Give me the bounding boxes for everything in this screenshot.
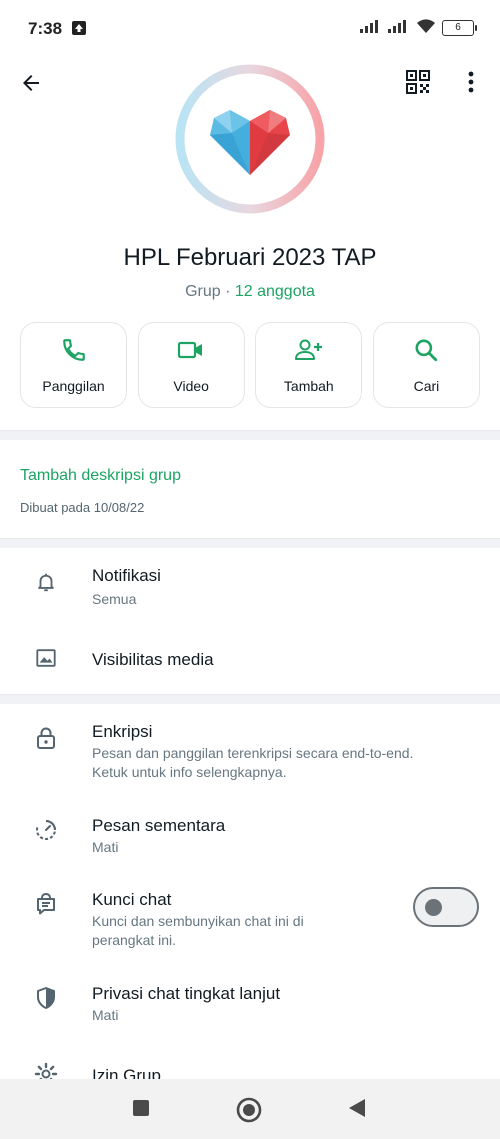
lock-icon (34, 726, 58, 750)
section-divider (0, 538, 500, 548)
status-bar: 7:38 6 (0, 0, 500, 60)
group-permissions-row[interactable]: Izin Grup (0, 1056, 500, 1080)
notifications-title: Notifikasi (92, 566, 161, 585)
back-triangle-icon (346, 1097, 368, 1124)
add-description-link[interactable]: Tambah deskripsi grup (20, 467, 181, 485)
group-type-label: Grup (185, 283, 221, 300)
signal-icon (388, 19, 410, 38)
signal-icon (360, 19, 382, 38)
section-divider (0, 430, 500, 440)
status-time: 7:38 (28, 19, 63, 38)
separator: · (220, 283, 235, 300)
advanced-privacy-title: Privasi chat tingkat lanjut (92, 984, 281, 1003)
back-button[interactable] (14, 68, 48, 102)
search-button[interactable]: Cari (372, 322, 480, 408)
chat-lock-title: Kunci chat (92, 890, 172, 909)
search-icon (413, 337, 439, 368)
video-button-label: Video (173, 377, 209, 394)
back-nav-button[interactable] (346, 1097, 368, 1124)
advanced-privacy-subtitle: Mati (92, 1007, 119, 1023)
video-button[interactable]: Video (137, 322, 245, 408)
encryption-title: Enkripsi (92, 722, 153, 741)
phone-icon (61, 337, 87, 368)
chat-lock-toggle[interactable] (413, 887, 479, 927)
media-visibility-title: Visibilitas media (92, 650, 214, 669)
qr-code-icon (406, 69, 430, 99)
media-visibility-row[interactable]: Visibilitas media (0, 632, 500, 688)
video-icon (177, 337, 205, 368)
encryption-subtitle: Pesan dan panggilan terenkripsi secara e… (92, 745, 414, 780)
disappearing-messages-title: Pesan sementara (92, 816, 226, 835)
toggle-knob (425, 899, 442, 916)
disappearing-messages-row[interactable]: Pesan sementara Mati (0, 806, 500, 872)
members-count-link[interactable]: 12 anggota (235, 283, 315, 300)
chat-lock-icon (34, 892, 58, 916)
more-vert-icon (468, 71, 474, 98)
recents-button[interactable] (130, 1097, 152, 1124)
call-button[interactable]: Panggilan (20, 322, 127, 408)
home-circle-icon (236, 1097, 262, 1128)
qr-code-button[interactable] (402, 68, 434, 100)
bell-icon (34, 570, 58, 594)
add-member-button-label: Tambah (283, 377, 334, 394)
status-icons: 6 (360, 18, 477, 39)
system-nav-bar (0, 1079, 500, 1139)
disappearing-messages-subtitle: Mati (92, 839, 119, 855)
section-divider (0, 694, 500, 704)
group-name: HPL Februari 2023 TAP (123, 244, 377, 271)
shield-icon (34, 986, 58, 1010)
timer-icon (34, 818, 58, 842)
home-button[interactable] (236, 1097, 262, 1128)
advanced-privacy-row[interactable]: Privasi chat tingkat lanjut Mati (0, 974, 500, 1040)
chat-lock-subtitle: Kunci dan sembunyikan chat ini di perang… (92, 913, 304, 948)
created-date: Dibuat pada 10/08/22 (20, 500, 145, 515)
group-permissions-title: Izin Grup (92, 1066, 161, 1080)
action-buttons: Panggilan Video Tambah Cari (20, 322, 480, 408)
more-options-button[interactable] (458, 68, 484, 100)
image-icon (34, 646, 58, 670)
recents-square-icon (130, 1097, 152, 1124)
group-avatar[interactable] (174, 63, 326, 215)
notifications-subtitle: Semua (92, 591, 137, 607)
upload-icon (72, 21, 86, 35)
notifications-row[interactable]: Notifikasi Semua (0, 552, 500, 630)
arrow-left-icon (19, 71, 43, 100)
add-member-button[interactable]: Tambah (255, 322, 363, 408)
wifi-icon (416, 18, 436, 39)
encryption-row[interactable]: Enkripsi Pesan dan panggilan terenkripsi… (0, 712, 500, 792)
search-button-label: Cari (413, 377, 440, 394)
group-subtitle: Grup · 12 anggota (0, 283, 500, 301)
battery-icon: 6 (442, 20, 477, 36)
gear-icon (34, 1062, 58, 1080)
add-person-icon (294, 337, 324, 368)
call-button-label: Panggilan (42, 377, 105, 394)
